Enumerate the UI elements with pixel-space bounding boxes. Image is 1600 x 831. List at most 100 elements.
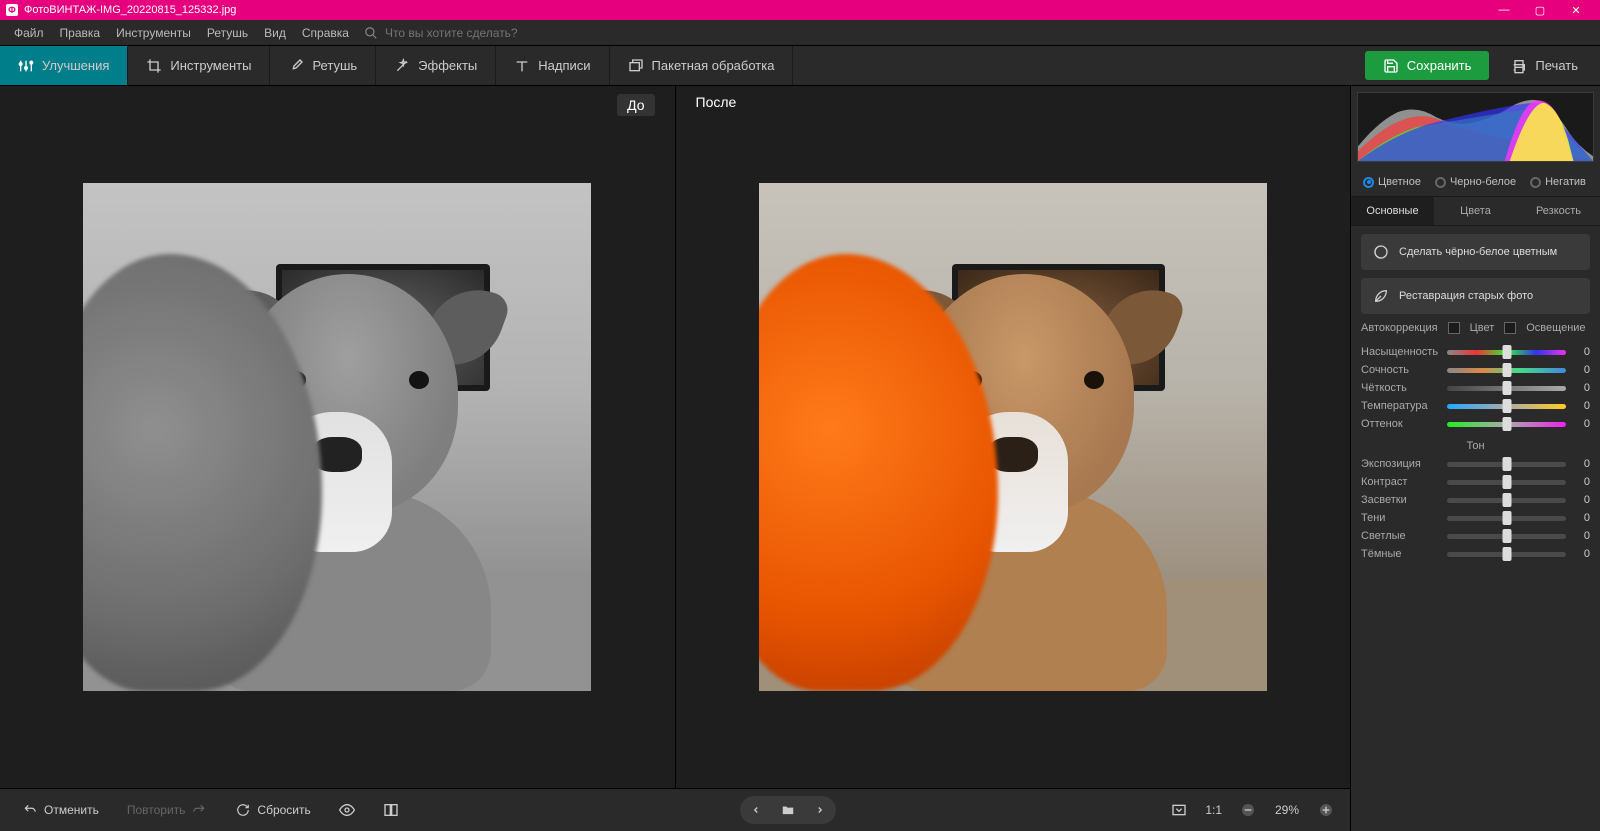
color-mode-group: Цветное Черно-белое Негатив — [1351, 168, 1600, 196]
slider-knob[interactable] — [1502, 417, 1511, 431]
menu-retouch[interactable]: Ретушь — [199, 23, 256, 43]
autocorr-color-checkbox[interactable] — [1448, 322, 1460, 334]
after-label: После — [696, 94, 737, 110]
slider-value: 0 — [1572, 494, 1590, 506]
slider-exposure: Экспозиция0 — [1361, 458, 1590, 470]
before-image — [83, 183, 591, 691]
slider-shadows: Тени0 — [1361, 512, 1590, 524]
tab-sharpness[interactable]: Резкость — [1517, 197, 1600, 225]
menu-search-input[interactable] — [385, 26, 585, 40]
slider-knob[interactable] — [1502, 475, 1511, 489]
menu-tools[interactable]: Инструменты — [108, 23, 199, 43]
slider-saturation: Насыщенность0 — [1361, 346, 1590, 358]
slider-track[interactable] — [1447, 516, 1566, 521]
sidebar: Цветное Черно-белое Негатив Основные Цве… — [1350, 86, 1600, 831]
before-pane[interactable]: До — [0, 86, 675, 788]
slider-track[interactable] — [1447, 498, 1566, 503]
radio-icon — [1363, 177, 1374, 188]
mode-color[interactable]: Цветное — [1363, 176, 1421, 188]
sidebar-tabs: Основные Цвета Резкость — [1351, 196, 1600, 226]
tab-colors[interactable]: Цвета — [1434, 197, 1517, 225]
slider-track[interactable] — [1447, 350, 1566, 355]
menu-search — [363, 25, 585, 41]
slider-knob[interactable] — [1502, 363, 1511, 377]
tool-enhance[interactable]: Улучшения — [0, 46, 128, 85]
slider-vibrance: Сочность0 — [1361, 364, 1590, 376]
fit-button[interactable] — [1167, 798, 1191, 822]
window-close-button[interactable]: ✕ — [1558, 0, 1594, 20]
slider-track[interactable] — [1447, 422, 1566, 427]
slider-track[interactable] — [1447, 386, 1566, 391]
slider-label: Насыщенность — [1361, 346, 1441, 358]
mode-negative[interactable]: Негатив — [1530, 176, 1586, 188]
tool-batch[interactable]: Пакетная обработка — [610, 46, 794, 85]
basic-panel: Сделать чёрно-белое цветным Реставрация … — [1351, 226, 1600, 574]
leaf-icon — [1373, 288, 1389, 304]
tone-header: Тон — [1361, 440, 1590, 452]
nav-next-button[interactable] — [804, 796, 836, 824]
slider-track[interactable] — [1447, 480, 1566, 485]
window-minimize-button[interactable]: — — [1486, 0, 1522, 20]
slider-knob[interactable] — [1502, 493, 1511, 507]
slider-track[interactable] — [1447, 462, 1566, 467]
undo-icon — [22, 802, 38, 818]
tool-tools[interactable]: Инструменты — [128, 46, 270, 85]
histogram[interactable] — [1357, 92, 1594, 162]
slider-track[interactable] — [1447, 368, 1566, 373]
save-button[interactable]: Сохранить — [1365, 51, 1490, 80]
before-label: До — [617, 94, 654, 116]
compare-toggle-button[interactable] — [373, 796, 409, 824]
mode-bw[interactable]: Черно-белое — [1435, 176, 1516, 188]
tool-captions[interactable]: Надписи — [496, 46, 609, 85]
preview-button[interactable] — [329, 796, 365, 824]
slider-temperature: Температура0 — [1361, 400, 1590, 412]
slider-value: 0 — [1572, 548, 1590, 560]
slider-knob[interactable] — [1502, 511, 1511, 525]
slider-knob[interactable] — [1502, 457, 1511, 471]
slider-track[interactable] — [1447, 404, 1566, 409]
menu-file[interactable]: Файл — [6, 23, 52, 43]
action-restore[interactable]: Реставрация старых фото — [1361, 278, 1590, 314]
slider-label: Тёмные — [1361, 548, 1441, 560]
slider-value: 0 — [1572, 476, 1590, 488]
window-maximize-button[interactable]: ▢ — [1522, 0, 1558, 20]
nav-browse-button[interactable] — [772, 796, 804, 824]
slider-value: 0 — [1572, 400, 1590, 412]
slider-track[interactable] — [1447, 552, 1566, 557]
viewer: До После — [0, 86, 1350, 831]
slider-tint: Оттенок0 — [1361, 418, 1590, 430]
slider-knob[interactable] — [1502, 345, 1511, 359]
menu-edit[interactable]: Правка — [52, 23, 109, 43]
slider-track[interactable] — [1447, 534, 1566, 539]
crop-icon — [146, 58, 162, 74]
zoom-percent: 29% — [1270, 803, 1304, 817]
autocorr-lighting-checkbox[interactable] — [1504, 322, 1516, 334]
menu-view[interactable]: Вид — [256, 23, 294, 43]
zoom-in-button[interactable] — [1314, 798, 1338, 822]
toolbar: Улучшения Инструменты Ретушь Эффекты Над… — [0, 46, 1600, 86]
slider-knob[interactable] — [1502, 547, 1511, 561]
print-button[interactable]: Печать — [1497, 51, 1592, 80]
nav-prev-button[interactable] — [740, 796, 772, 824]
slider-blacks: Тёмные 0 — [1361, 548, 1590, 560]
slider-knob[interactable] — [1502, 399, 1511, 413]
slider-knob[interactable] — [1502, 381, 1511, 395]
tool-retouch[interactable]: Ретушь — [270, 46, 376, 85]
menu-help[interactable]: Справка — [294, 23, 357, 43]
redo-icon — [191, 802, 207, 818]
tool-effects[interactable]: Эффекты — [376, 46, 496, 85]
undo-button[interactable]: Отменить — [12, 796, 109, 824]
magic-wand-icon — [394, 58, 410, 74]
tab-basic[interactable]: Основные — [1351, 197, 1434, 225]
slider-label: Светлые — [1361, 530, 1441, 542]
zoom-1to1-button[interactable]: 1:1 — [1201, 798, 1226, 822]
slider-value: 0 — [1572, 418, 1590, 430]
slider-contrast: Контраст0 — [1361, 476, 1590, 488]
reset-button[interactable]: Сбросить — [225, 796, 320, 824]
after-pane[interactable]: После — [675, 86, 1351, 788]
redo-button[interactable]: Повторить — [117, 796, 218, 824]
slider-knob[interactable] — [1502, 529, 1511, 543]
colorize-icon — [1373, 244, 1389, 260]
action-colorize[interactable]: Сделать чёрно-белое цветным — [1361, 234, 1590, 270]
zoom-out-button[interactable] — [1236, 798, 1260, 822]
